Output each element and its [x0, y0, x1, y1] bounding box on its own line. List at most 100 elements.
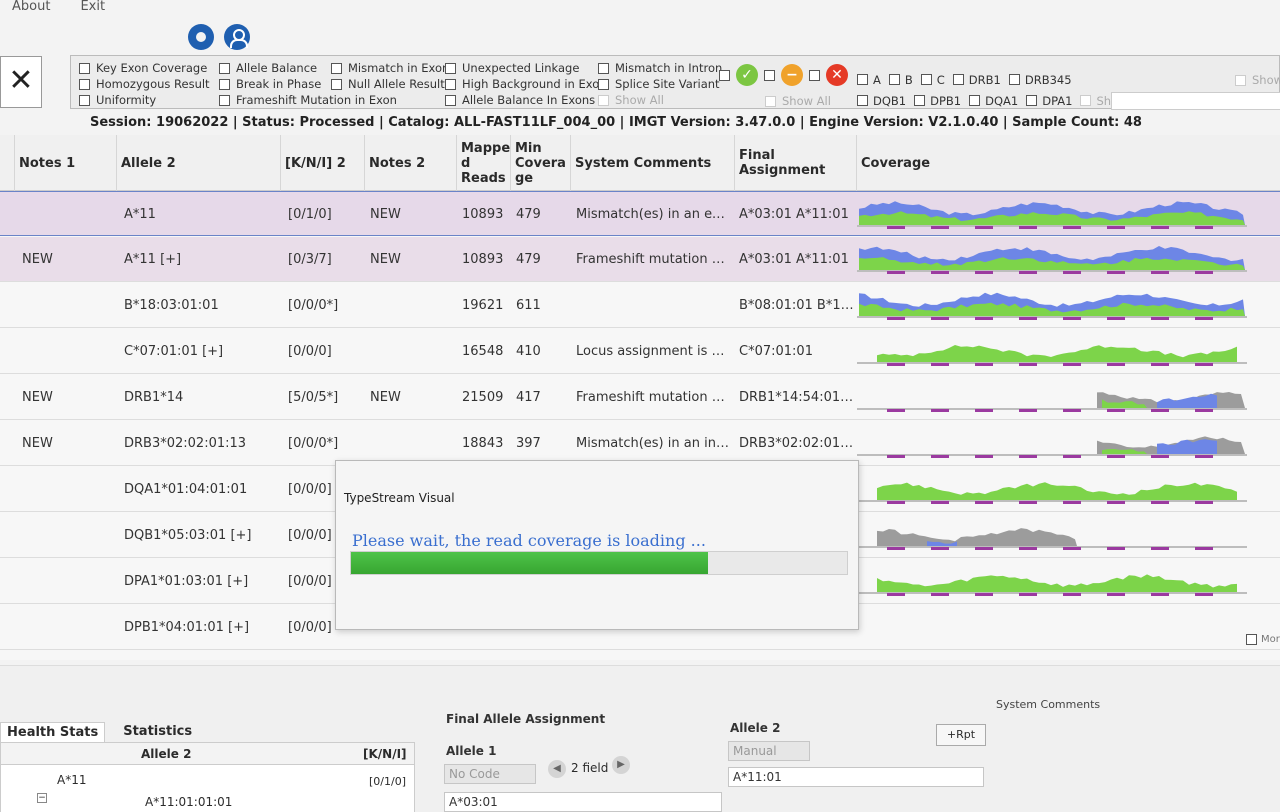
checkbox[interactable]: [445, 62, 456, 74]
report-button[interactable]: +Rpt: [936, 724, 986, 746]
locus-b[interactable]: B: [888, 73, 913, 87]
checkbox[interactable]: [764, 69, 775, 81]
checkbox[interactable]: [219, 78, 230, 90]
checkbox[interactable]: [719, 69, 730, 81]
checkbox[interactable]: [445, 78, 456, 90]
checkbox[interactable]: [331, 78, 342, 90]
locus-dqa1[interactable]: DQA1: [969, 94, 1018, 108]
filter-unexpected-linkage[interactable]: Unexpected Linkage: [445, 60, 607, 76]
filter-splice-site-variant[interactable]: Splice Site Variant: [598, 76, 722, 92]
far-right-show-all[interactable]: Show A: [1235, 72, 1280, 88]
table-row[interactable]: C*07:01:01 [+] [0/0/0] 16548 410 Locus assig…: [0, 329, 1280, 374]
coverage-plot[interactable]: [856, 331, 1248, 371]
exon-marker: [1107, 271, 1125, 274]
coverage-plot[interactable]: [856, 239, 1248, 279]
cell-reads: 10893: [462, 207, 504, 222]
chevron-left-icon[interactable]: ◀: [548, 760, 566, 778]
table-row[interactable]: B*18:03:01:01 [0/0/0*] 19621 611 B*08:01:01 …: [0, 283, 1280, 328]
table-row[interactable]: NEW A*11 [+] [0/3/7] NEW 10893 479 Frameshift …: [0, 237, 1280, 282]
tab-health-stats[interactable]: Health Stats: [0, 722, 106, 742]
filter-high-background[interactable]: High Background in Exon: [445, 76, 607, 92]
filter-show-all[interactable]: Show All: [598, 92, 722, 108]
table-row[interactable]: A*11 [0/1/0] NEW 10893 479 Mismatch(es) in an…: [0, 191, 1280, 236]
coverage-plot[interactable]: [856, 469, 1248, 509]
coverage-plot[interactable]: [856, 561, 1248, 601]
filter-homozygous-result[interactable]: Homozygous Result: [79, 76, 210, 92]
gear-icon[interactable]: [188, 24, 214, 50]
checkbox[interactable]: [598, 94, 609, 106]
subcol-kni[interactable]: [K/N/I]: [363, 743, 407, 765]
coverage-plot[interactable]: [856, 377, 1248, 417]
allele1-code-select[interactable]: No Code: [444, 764, 536, 784]
col-coverage[interactable]: Coverage: [856, 135, 1280, 191]
filter-mismatch-in-intron[interactable]: Mismatch in Intron: [598, 60, 722, 76]
coverage-plot[interactable]: [856, 285, 1248, 325]
cell-mincov: 410: [516, 344, 541, 359]
checkbox[interactable]: [598, 62, 609, 74]
exon-marker: [887, 317, 905, 320]
locus-drb345[interactable]: DRB345: [1008, 73, 1072, 87]
table-row[interactable]: NEW DRB1*14 [5/0/5*] NEW 21509 417 Frameshift …: [0, 375, 1280, 420]
checkbox[interactable]: [1246, 634, 1257, 645]
filter-label: Splice Site Variant: [615, 77, 720, 91]
minus-icon[interactable]: −: [781, 64, 803, 86]
filter-frameshift-mutation[interactable]: Frameshift Mutation in Exon: [219, 92, 397, 108]
locus-dqb1[interactable]: DQB1: [857, 94, 906, 108]
menu-about[interactable]: About: [12, 0, 50, 18]
checkbox[interactable]: [598, 78, 609, 90]
coverage-plot[interactable]: [856, 515, 1248, 555]
subcol-allele2[interactable]: Allele 2: [141, 743, 191, 765]
user-icon[interactable]: [224, 24, 250, 50]
cell-mincov: 479: [516, 207, 541, 222]
allele2-input[interactable]: A*11:01: [728, 767, 984, 787]
col-notes2[interactable]: Notes 2: [364, 135, 456, 191]
cell-comment: Mismatch(es) in an exon.: [576, 207, 732, 222]
col-final-assignment[interactable]: Final Assignment: [734, 135, 856, 191]
more-toggle[interactable]: More: [1246, 634, 1280, 645]
subtable-row-allele[interactable]: A*11: [57, 773, 86, 787]
filter-allele-balance-exons[interactable]: Allele Balance In Exons: [445, 92, 607, 108]
col-kni2[interactable]: [K/N/I] 2: [280, 135, 364, 191]
checkbox[interactable]: [219, 94, 230, 106]
filter-mismatch-in-exon[interactable]: Mismatch in Exon: [331, 60, 449, 76]
coverage-plot[interactable]: [856, 423, 1248, 463]
filter-uniformity[interactable]: Uniformity: [79, 92, 210, 108]
close-icon[interactable]: ✕: [826, 64, 848, 86]
col-min-coverage[interactable]: Min Covera ge: [510, 135, 570, 191]
locus-drb1[interactable]: DRB1: [952, 73, 1001, 87]
cell-allele2: B*18:03:01:01: [124, 298, 219, 313]
checkbox[interactable]: [79, 94, 90, 106]
checkbox[interactable]: [445, 94, 456, 106]
col-allele2[interactable]: Allele 2: [116, 135, 280, 191]
allele1-input[interactable]: A*03:01: [444, 792, 722, 812]
exon-marker: [1019, 593, 1037, 596]
filter-null-allele-result[interactable]: Null Allele Result: [331, 76, 449, 92]
exon-marker: [975, 226, 993, 229]
allele2-code-select[interactable]: Manual: [728, 741, 810, 761]
checkbox[interactable]: [219, 62, 230, 74]
col-mapped-reads[interactable]: Mappe d Reads: [456, 135, 510, 191]
tab-statistics[interactable]: Statistics: [117, 722, 198, 742]
checkbox[interactable]: [79, 62, 90, 74]
coverage-plot[interactable]: [856, 194, 1248, 234]
exon-marker: [1019, 409, 1037, 412]
check-icon[interactable]: ✓: [736, 64, 758, 86]
checkbox[interactable]: [765, 95, 776, 107]
col-notes1[interactable]: Notes 1: [14, 135, 116, 191]
filter-search-box[interactable]: [1111, 92, 1280, 110]
locus-dpa1[interactable]: DPA1: [1026, 94, 1072, 108]
checkbox[interactable]: [809, 69, 820, 81]
col-system-comments[interactable]: System Comments: [570, 135, 734, 191]
locus-dpb1[interactable]: DPB1: [914, 94, 961, 108]
locus-a[interactable]: A: [857, 73, 881, 87]
status-show-all[interactable]: Show All: [765, 93, 831, 109]
checkbox[interactable]: [79, 78, 90, 90]
filter-key-exon-coverage[interactable]: Key Exon Coverage: [79, 60, 210, 76]
cell-reads: 16548: [462, 344, 504, 359]
subtable-row-allele-child[interactable]: A*11:01:01:01: [145, 795, 232, 809]
menu-exit[interactable]: Exit: [80, 0, 105, 18]
chevron-right-icon[interactable]: ▶: [612, 756, 630, 774]
collapse-icon[interactable]: −: [37, 793, 47, 803]
locus-c[interactable]: C: [920, 73, 945, 87]
checkbox[interactable]: [331, 62, 342, 74]
